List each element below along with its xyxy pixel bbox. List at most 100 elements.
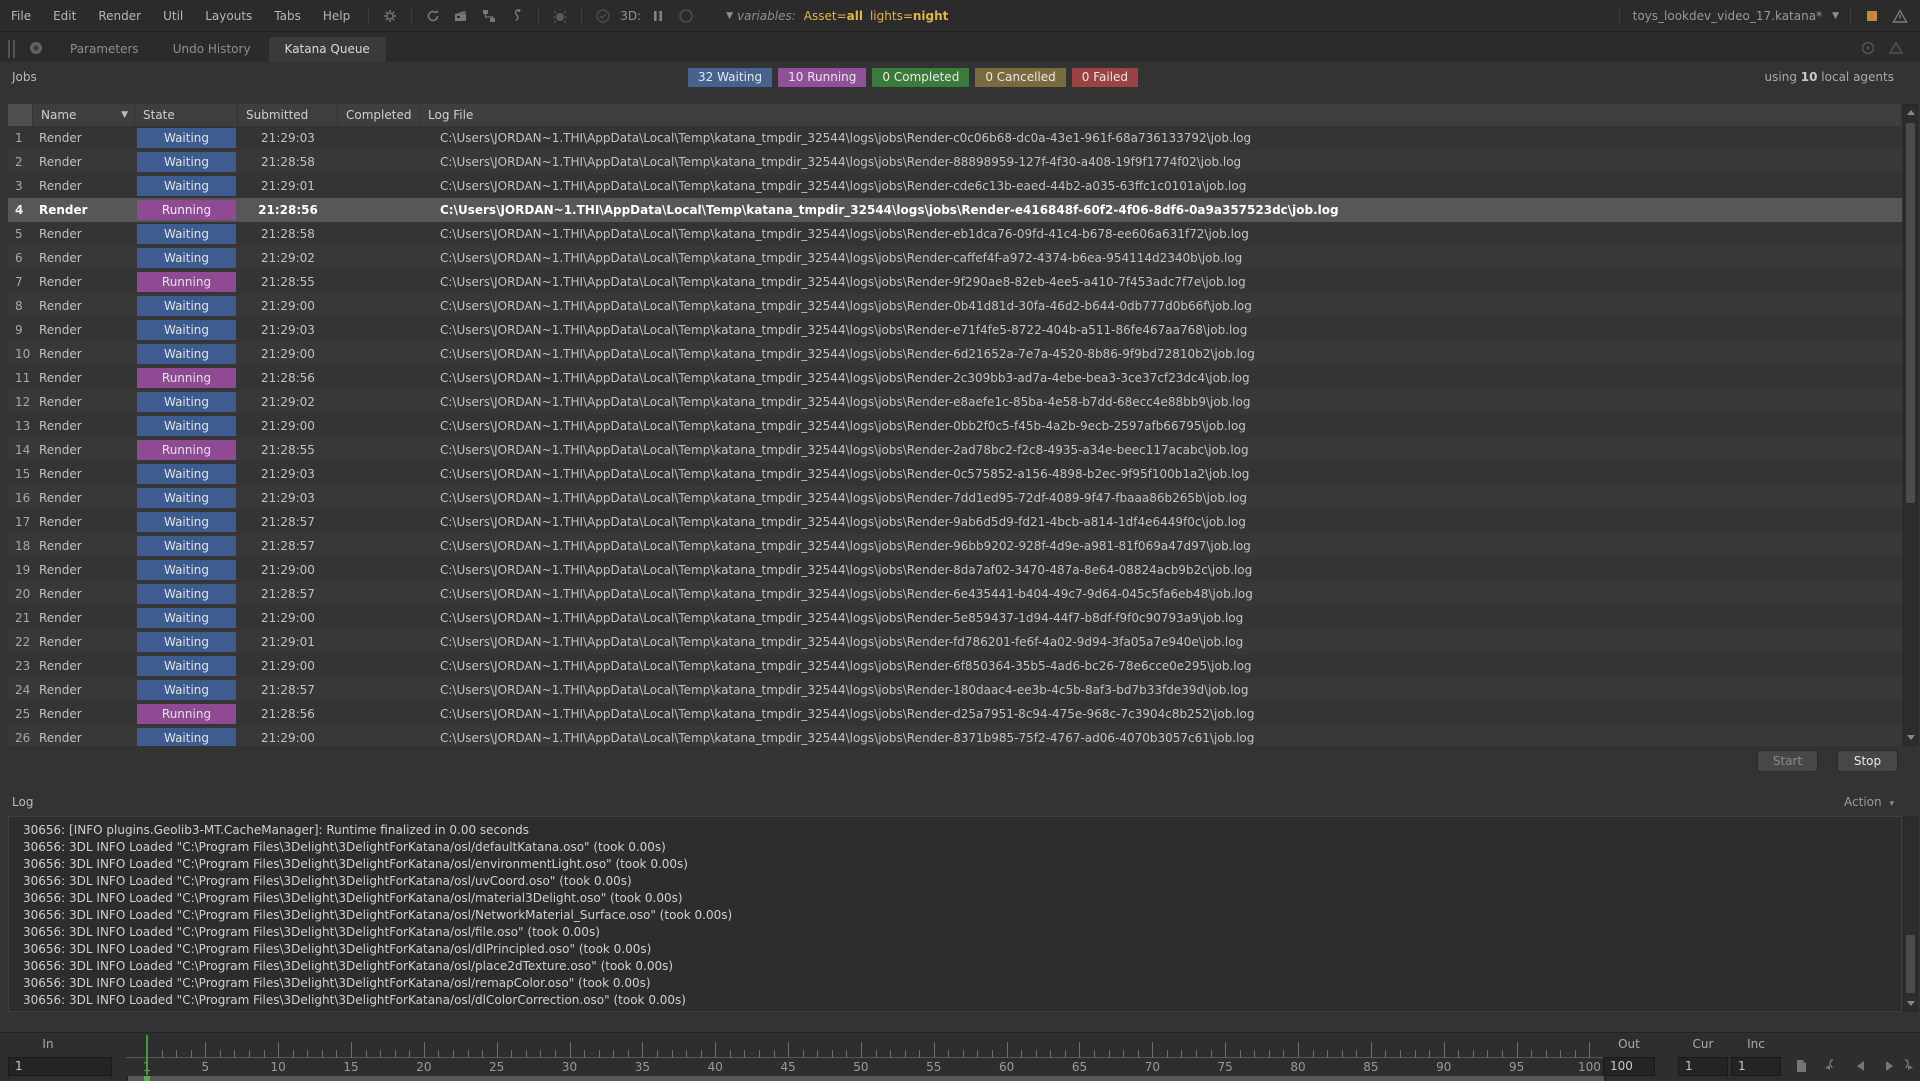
variables-collapse-icon[interactable]: ▼ bbox=[726, 11, 733, 21]
scroll-up-icon[interactable] bbox=[1907, 110, 1915, 115]
state-badge: Waiting bbox=[137, 608, 236, 628]
log-scrollbar-thumb[interactable] bbox=[1906, 935, 1915, 993]
table-row[interactable]: 1RenderWaiting21:29:03C:\Users\JORDAN~1.… bbox=[8, 126, 1902, 150]
menu-file[interactable]: File bbox=[0, 9, 42, 23]
table-row[interactable]: 22RenderWaiting21:29:01C:\Users\JORDAN~1… bbox=[8, 630, 1902, 654]
panel-grip-handle[interactable] bbox=[8, 40, 18, 58]
ruler-tick bbox=[540, 1050, 541, 1058]
panel-warning-icon[interactable] bbox=[1888, 40, 1904, 56]
node-graph-icon[interactable] bbox=[481, 8, 497, 24]
table-row[interactable]: 12RenderWaiting21:29:02C:\Users\JORDAN~1… bbox=[8, 390, 1902, 414]
column-header-logfile[interactable]: Log File bbox=[420, 104, 1902, 126]
table-row[interactable]: 26RenderWaiting21:29:00C:\Users\JORDAN~1… bbox=[8, 726, 1902, 746]
menu-edit[interactable]: Edit bbox=[42, 9, 87, 23]
table-row[interactable]: 24RenderWaiting21:28:57C:\Users\JORDAN~1… bbox=[8, 678, 1902, 702]
table-row[interactable]: 6RenderWaiting21:29:02C:\Users\JORDAN~1.… bbox=[8, 246, 1902, 270]
cell-comp bbox=[338, 174, 420, 198]
log-action-dropdown[interactable]: Action ▾ bbox=[1844, 795, 1898, 809]
column-header-completed[interactable]: Completed bbox=[338, 104, 420, 126]
table-row[interactable]: 10RenderWaiting21:29:00C:\Users\JORDAN~1… bbox=[8, 342, 1902, 366]
cell-state: Running bbox=[135, 198, 238, 222]
tab-katana-queue[interactable]: Katana Queue bbox=[269, 37, 386, 62]
table-row[interactable]: 5RenderWaiting21:28:58C:\Users\JORDAN~1.… bbox=[8, 222, 1902, 246]
menu-help[interactable]: Help bbox=[312, 9, 361, 23]
table-row[interactable]: 14RenderRunning21:28:55C:\Users\JORDAN~1… bbox=[8, 438, 1902, 462]
ruler-tick bbox=[424, 1042, 425, 1058]
message-square-icon[interactable] bbox=[1864, 8, 1880, 24]
cell-name: Render bbox=[33, 126, 135, 150]
table-row[interactable]: 7RenderRunning21:28:55C:\Users\JORDAN~1.… bbox=[8, 270, 1902, 294]
cell-state: Waiting bbox=[135, 342, 238, 366]
frame-label: 10 bbox=[270, 1060, 285, 1074]
table-row[interactable]: 9RenderWaiting21:29:03C:\Users\JORDAN~1.… bbox=[8, 318, 1902, 342]
render-farm-icon[interactable] bbox=[453, 8, 469, 24]
table-row[interactable]: 21RenderWaiting21:29:00C:\Users\JORDAN~1… bbox=[8, 606, 1902, 630]
warning-icon[interactable] bbox=[1892, 8, 1908, 24]
menu-util[interactable]: Util bbox=[152, 9, 194, 23]
table-row[interactable]: 16RenderWaiting21:29:03C:\Users\JORDAN~1… bbox=[8, 486, 1902, 510]
next-frame-icon[interactable] bbox=[1882, 1058, 1898, 1074]
cur-frame-input[interactable]: 1 bbox=[1678, 1057, 1728, 1076]
start-button[interactable]: Start bbox=[1757, 750, 1818, 772]
column-header-submitted[interactable]: Submitted bbox=[238, 104, 338, 126]
variable-value[interactable]: night bbox=[913, 9, 949, 23]
table-row[interactable]: 25RenderRunning21:28:56C:\Users\JORDAN~1… bbox=[8, 702, 1902, 726]
stop-button[interactable]: Stop bbox=[1837, 750, 1898, 772]
table-row[interactable]: 23RenderWaiting21:29:00C:\Users\JORDAN~1… bbox=[8, 654, 1902, 678]
column-header-name[interactable]: Name▼ bbox=[33, 104, 135, 126]
column-header-state[interactable]: State bbox=[135, 104, 238, 126]
timeline-scrollbar[interactable] bbox=[126, 1076, 1606, 1081]
table-row[interactable]: 20RenderWaiting21:28:57C:\Users\JORDAN~1… bbox=[8, 582, 1902, 606]
table-row[interactable]: 15RenderWaiting21:29:03C:\Users\JORDAN~1… bbox=[8, 462, 1902, 486]
table-row[interactable]: 18RenderWaiting21:28:57C:\Users\JORDAN~1… bbox=[8, 534, 1902, 558]
jobs-scrollbar-thumb[interactable] bbox=[1906, 123, 1915, 503]
cell-sub: 21:29:03 bbox=[238, 462, 338, 486]
render-hook-icon[interactable] bbox=[509, 8, 525, 24]
ruler-tick bbox=[1109, 1050, 1110, 1058]
menu-tabs[interactable]: Tabs bbox=[263, 9, 312, 23]
menu-layouts[interactable]: Layouts bbox=[194, 9, 263, 23]
cell-num: 23 bbox=[8, 654, 33, 678]
prev-keyframe-icon[interactable] bbox=[1822, 1058, 1838, 1074]
variables-values[interactable]: Asset=alllights=night bbox=[804, 9, 956, 23]
panel-menu-icon[interactable] bbox=[1860, 40, 1876, 56]
table-row[interactable]: 8RenderWaiting21:29:00C:\Users\JORDAN~1.… bbox=[8, 294, 1902, 318]
scroll-down-icon[interactable] bbox=[1907, 1001, 1915, 1006]
menu-render[interactable]: Render bbox=[87, 9, 152, 23]
debug-render-icon[interactable] bbox=[552, 8, 568, 24]
panel-pin-icon[interactable] bbox=[28, 40, 44, 56]
table-row[interactable]: 2RenderWaiting21:28:58C:\Users\JORDAN~1.… bbox=[8, 150, 1902, 174]
frame-ruler[interactable]: 1510152025303540455055606570758085909510… bbox=[126, 1035, 1606, 1075]
log-scrollbar[interactable] bbox=[1903, 816, 1918, 1012]
pause-icon[interactable] bbox=[650, 8, 666, 24]
table-row[interactable]: 19RenderWaiting21:29:00C:\Users\JORDAN~1… bbox=[8, 558, 1902, 582]
cell-sub: 21:28:57 bbox=[238, 582, 338, 606]
header-corner-cell[interactable] bbox=[8, 104, 33, 126]
table-row[interactable]: 17RenderWaiting21:28:57C:\Users\JORDAN~1… bbox=[8, 510, 1902, 534]
variable-value[interactable]: all bbox=[847, 9, 863, 23]
prev-frame-icon[interactable] bbox=[1852, 1058, 1868, 1074]
flipbook-icon[interactable] bbox=[1793, 1058, 1809, 1074]
table-row[interactable]: 4RenderRunning21:28:56C:\Users\JORDAN~1.… bbox=[8, 198, 1902, 222]
tab-undo-history[interactable]: Undo History bbox=[157, 38, 267, 62]
ruler-tick bbox=[846, 1050, 847, 1058]
table-row[interactable]: 13RenderWaiting21:29:00C:\Users\JORDAN~1… bbox=[8, 414, 1902, 438]
table-row[interactable]: 11RenderRunning21:28:56C:\Users\JORDAN~1… bbox=[8, 366, 1902, 390]
tab-parameters[interactable]: Parameters bbox=[54, 38, 155, 62]
chevron-down-icon: ▾ bbox=[1889, 799, 1894, 809]
next-keyframe-icon[interactable] bbox=[1900, 1058, 1916, 1074]
log-output[interactable]: 30656: [INFO plugins.Geolib3-MT.CacheMan… bbox=[8, 816, 1902, 1012]
in-frame-input[interactable]: 1 bbox=[8, 1057, 112, 1076]
playhead[interactable] bbox=[146, 1035, 148, 1075]
cell-num: 21 bbox=[8, 606, 33, 630]
gear-icon[interactable] bbox=[382, 8, 398, 24]
scroll-down-icon[interactable] bbox=[1907, 735, 1915, 740]
out-frame-input[interactable]: 100 bbox=[1603, 1057, 1655, 1076]
refresh-icon[interactable] bbox=[425, 8, 441, 24]
inc-frame-input[interactable]: 1 bbox=[1731, 1057, 1781, 1076]
timeline-scrollbar-thumb[interactable] bbox=[128, 1076, 1604, 1081]
variables-label: variables: bbox=[737, 9, 796, 23]
jobs-scrollbar[interactable] bbox=[1903, 104, 1918, 746]
recent-files-icon[interactable]: ▼ bbox=[1832, 11, 1839, 21]
table-row[interactable]: 3RenderWaiting21:29:01C:\Users\JORDAN~1.… bbox=[8, 174, 1902, 198]
